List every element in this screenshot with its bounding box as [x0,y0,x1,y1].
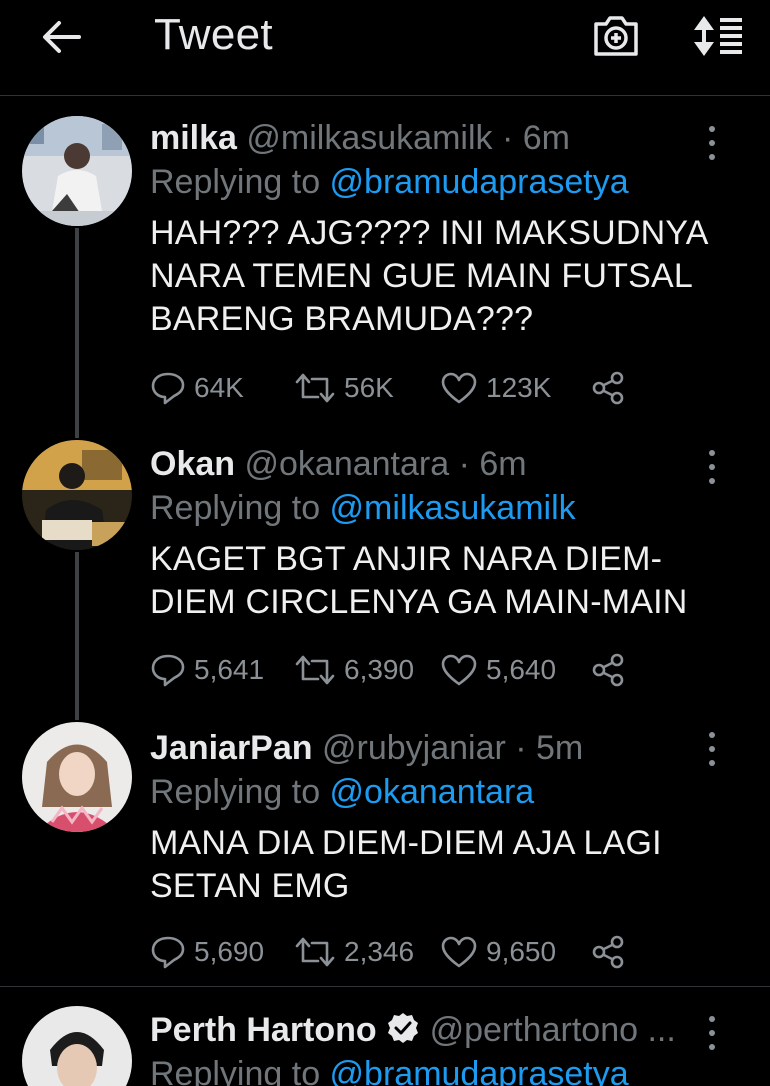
replying-to: Replying to @milkasukamilk [150,489,576,527]
share-icon [592,653,624,687]
verified-badge-icon [388,1013,419,1043]
sort-icon [694,16,742,56]
tweet-text: HAH??? AJG???? INI MAKSUDNYA NARA TEMEN … [150,214,709,338]
author-handle[interactable]: @rubyjaniar · 5m [322,729,583,767]
heart-icon [441,654,477,686]
heart-icon [441,936,477,968]
mention-link[interactable]: @bramudaprasetya [330,1055,629,1086]
reply-button[interactable]: 5,641 [150,650,264,690]
retweet-button[interactable]: 2,346 [294,932,414,972]
like-button[interactable]: 123K [440,368,551,408]
reply-button[interactable]: 64K [150,368,244,408]
replying-to: Replying to @bramudaprasetya [150,1052,730,1086]
more-options-button[interactable] [700,1016,724,1050]
share-icon [592,371,624,405]
tweet-item[interactable]: Perth Hartono @perthartono ... Replying … [0,1000,770,1086]
avatar[interactable] [22,440,132,550]
camera-plus-icon [594,16,638,56]
tweet-item[interactable]: Okan @okanantara · 6m Replying to @milka… [0,438,770,718]
tweet-item[interactable]: milka @milkasukamilk · 6m Replying to @b… [0,112,770,432]
author-handle[interactable]: @okanantara · 6m [245,445,527,483]
back-button[interactable] [36,14,86,60]
mention-link[interactable]: @bramudaprasetya [330,163,629,201]
replying-to: Replying to @bramudaprasetya [150,163,629,201]
more-options-button[interactable] [700,450,724,484]
avatar[interactable] [22,1006,132,1086]
author-name[interactable]: Okan [150,445,235,483]
retweet-icon [295,655,335,685]
author-handle[interactable]: @perthartono ... [430,1011,676,1049]
avatar[interactable] [22,722,132,832]
reply-button[interactable]: 5,690 [150,932,264,972]
retweet-icon [295,373,335,403]
author-name[interactable]: Perth Hartono [150,1011,377,1049]
author-handle[interactable]: @milkasukamilk · 6m [246,119,570,157]
mention-link[interactable]: @okanantara [330,773,535,811]
page-title: Tweet [154,10,273,59]
camera-button[interactable] [590,12,642,60]
author-name[interactable]: milka [150,119,237,157]
more-options-button[interactable] [700,732,724,766]
heart-icon [441,372,477,404]
retweet-icon [295,937,335,967]
mention-link[interactable]: @milkasukamilk [330,489,576,527]
more-options-button[interactable] [700,126,724,160]
tweet-item[interactable]: JaniarPan @rubyjaniar · 5m Replying to @… [0,720,770,984]
share-button[interactable] [590,368,634,408]
share-button[interactable] [590,932,634,972]
sort-replies-button[interactable] [690,12,746,60]
avatar[interactable] [22,116,132,226]
reply-icon [151,372,185,405]
divider [0,986,770,987]
arrow-left-icon [43,21,81,53]
like-button[interactable]: 9,650 [440,932,556,972]
replying-to: Replying to @okanantara [150,773,535,811]
retweet-button[interactable]: 56K [294,368,394,408]
tweet-text: MANA DIA DIEM-DIEM AJA LAGI SETAN EMG [150,824,662,905]
author-name[interactable]: JaniarPan [150,729,313,767]
like-button[interactable]: 5,640 [440,650,556,690]
reply-icon [151,654,185,687]
share-icon [592,935,624,969]
tweet-text: KAGET BGT ANJIR NARA DIEM- DIEM CIRCLENY… [150,540,688,621]
retweet-button[interactable]: 6,390 [294,650,414,690]
top-bar: Tweet [0,0,770,96]
reply-icon [151,936,185,969]
share-button[interactable] [590,650,634,690]
